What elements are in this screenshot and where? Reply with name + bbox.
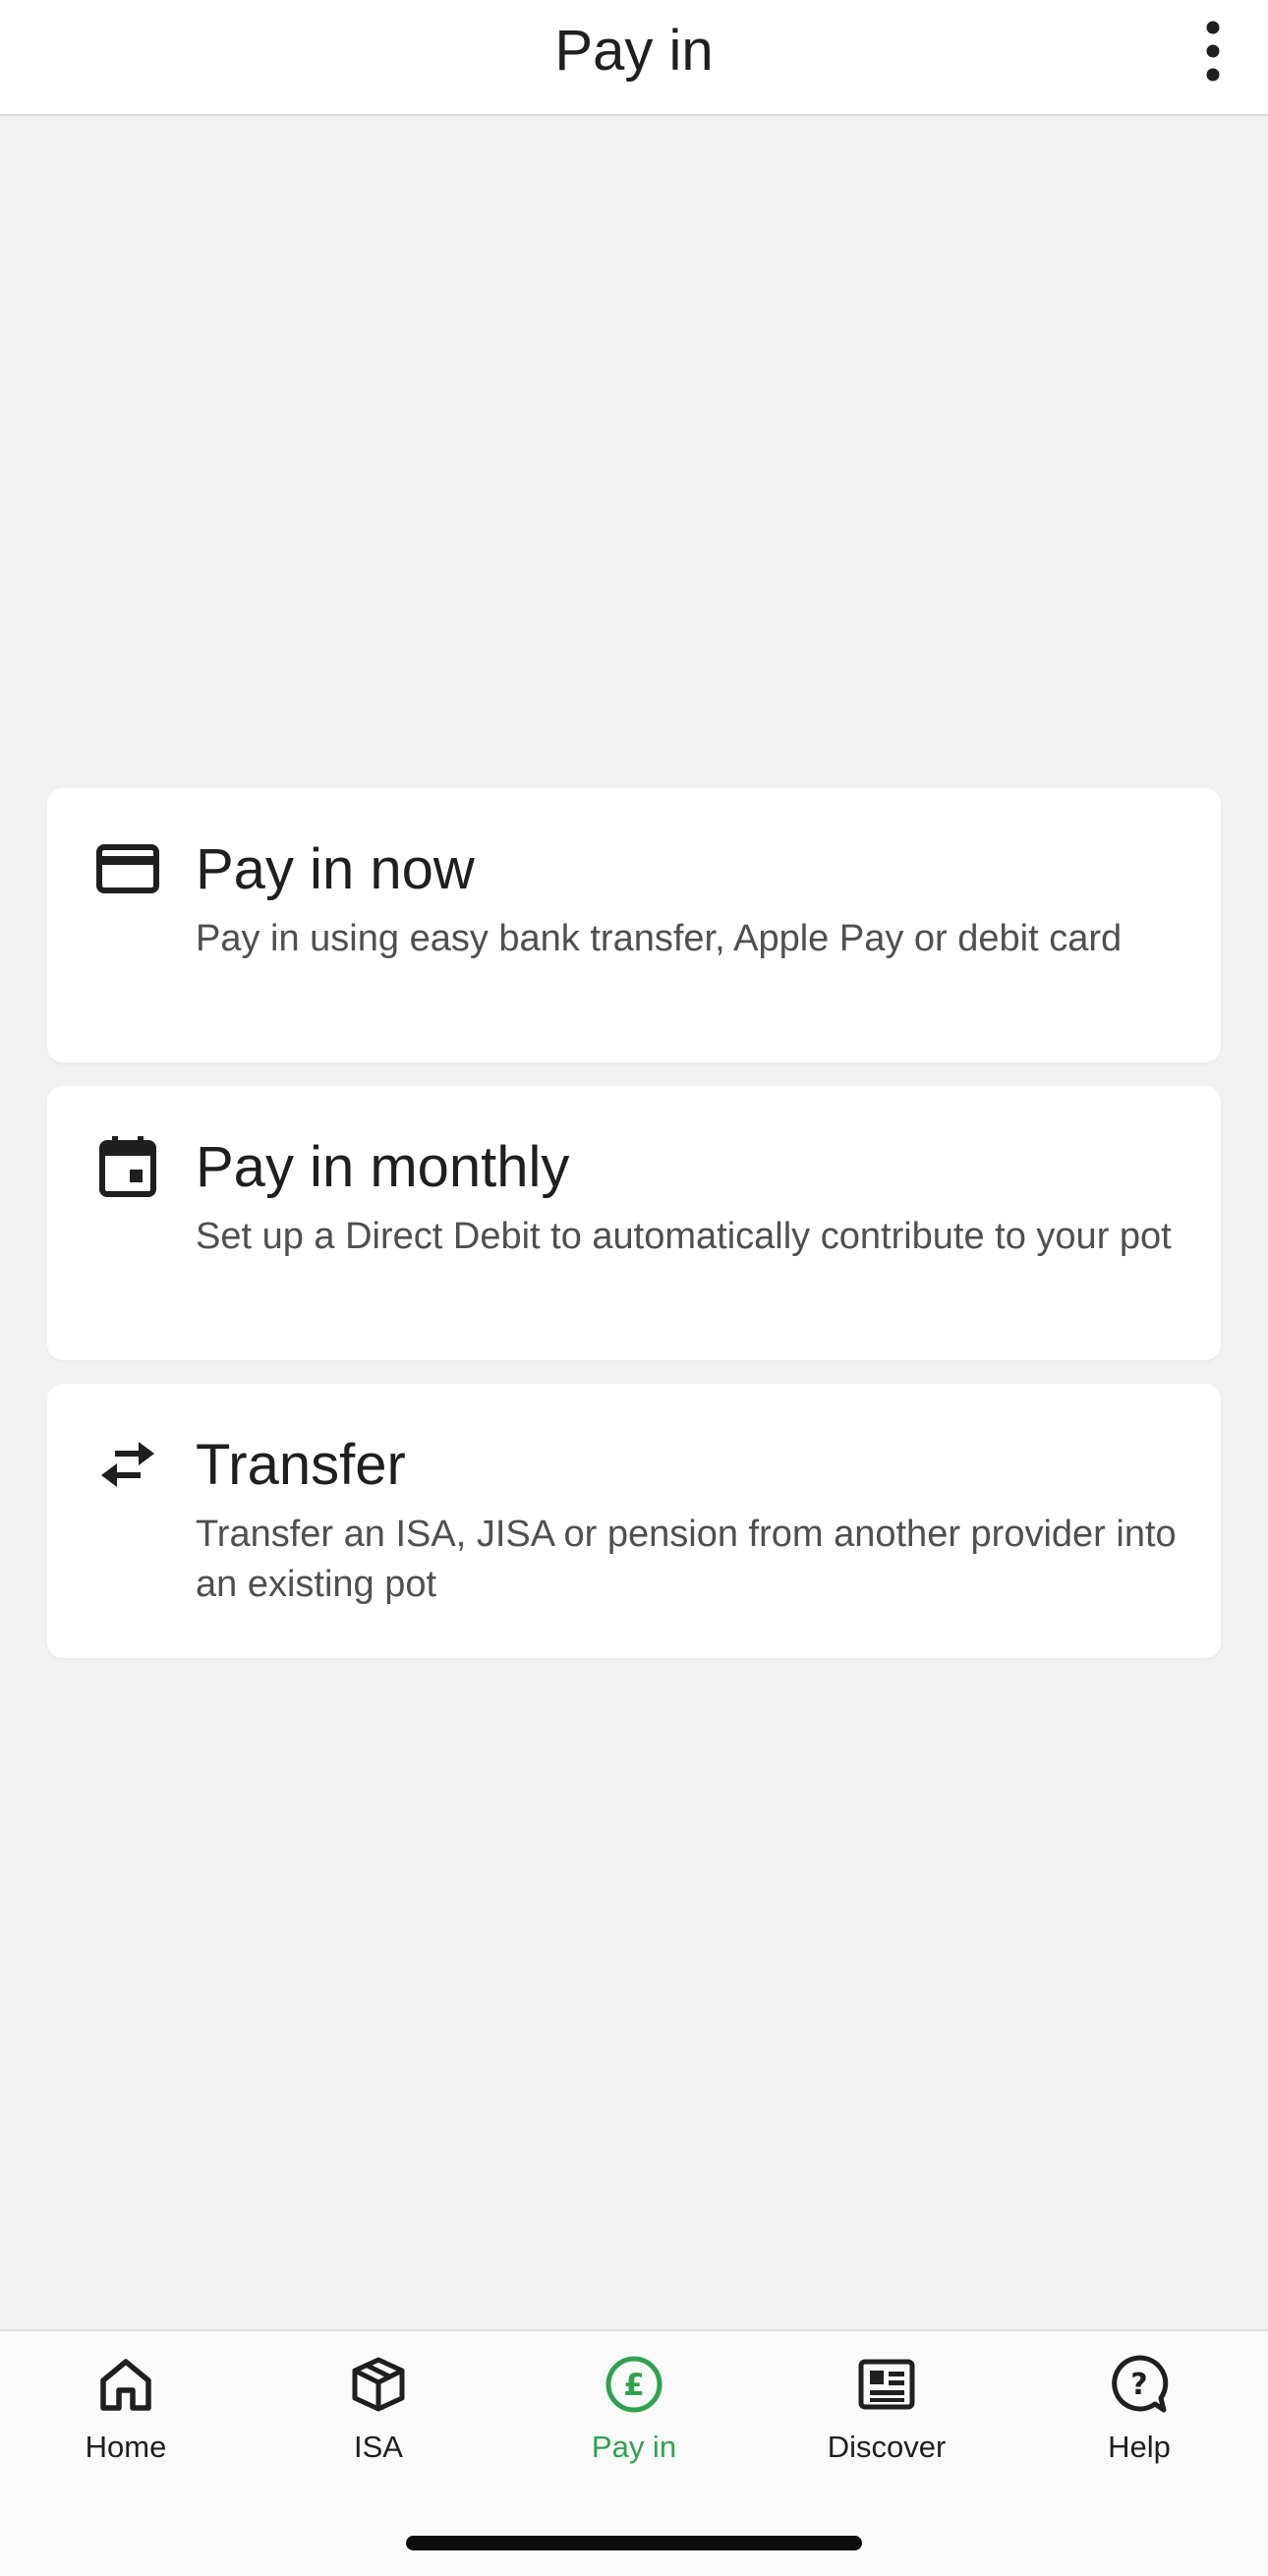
pay-in-now-description: Pay in using easy bank transfer, Apple P…: [196, 918, 1123, 959]
home-indicator-bar: [406, 2536, 862, 2550]
nav-label-discover: Discover: [827, 2430, 947, 2464]
pay-in-now-card[interactable]: Pay in now Pay in using easy bank transf…: [47, 788, 1221, 1062]
nav-tab-pay-in[interactable]: £ Pay in: [526, 2353, 742, 2500]
more-vertical-icon: [1206, 21, 1220, 82]
box-icon: [347, 2353, 410, 2416]
transfer-arrows-icon: [96, 1433, 159, 1496]
help-bubble-icon: ?: [1108, 2353, 1171, 2416]
pay-in-monthly-description: Set up a Direct Debit to automatically c…: [196, 1216, 1172, 1257]
pay-in-options-list: Pay in now Pay in using easy bank transf…: [47, 788, 1221, 1682]
nav-tab-isa[interactable]: ISA: [270, 2353, 487, 2500]
svg-text:£: £: [623, 2368, 645, 2403]
app-screen: Pay in Pay in now Pay in using easy bank…: [0, 0, 1268, 2576]
calendar-icon: [96, 1135, 159, 1198]
nav-label-home: Home: [85, 2430, 167, 2464]
nav-label-isa: ISA: [354, 2430, 403, 2464]
credit-card-icon: [96, 837, 159, 900]
home-icon: [94, 2353, 157, 2416]
svg-text:?: ?: [1130, 2368, 1147, 2402]
nav-tab-home[interactable]: Home: [18, 2353, 234, 2500]
transfer-description: Transfer an ISA, JISA or pension from an…: [196, 1514, 1177, 1605]
transfer-title: Transfer: [196, 1433, 406, 1497]
pay-in-monthly-title: Pay in monthly: [196, 1135, 570, 1199]
nav-label-help: Help: [1108, 2430, 1171, 2464]
pay-in-now-title: Pay in now: [196, 837, 475, 901]
nav-tab-discover[interactable]: Discover: [778, 2353, 995, 2500]
transfer-card[interactable]: Transfer Transfer an ISA, JISA or pensio…: [47, 1384, 1221, 1658]
nav-tab-help[interactable]: ? Help: [1031, 2353, 1247, 2500]
newspaper-icon: [855, 2353, 918, 2416]
top-app-bar: Pay in: [0, 0, 1268, 116]
pay-in-monthly-card[interactable]: Pay in monthly Set up a Direct Debit to …: [47, 1086, 1221, 1360]
pound-circle-icon: £: [603, 2353, 665, 2416]
nav-label-pay-in: Pay in: [591, 2430, 677, 2464]
page-title: Pay in: [554, 19, 714, 83]
more-options-button[interactable]: [1183, 12, 1242, 90]
